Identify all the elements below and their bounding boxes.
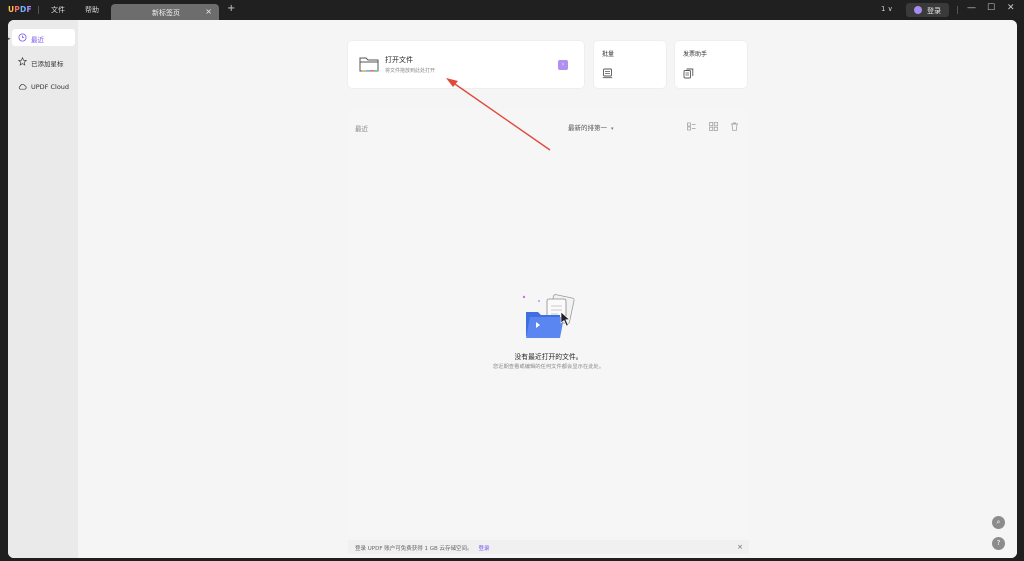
main-content: 打开文件 将文件拖放到此处打开 › 批量 发票助手 最近 最新的排第一 ▾ 没有… [78, 20, 1017, 558]
sidebar-item-label: 已添加星标 [31, 59, 64, 68]
menu-help[interactable]: 帮助 [85, 5, 99, 15]
title-bar: UPDF 文件 帮助 新标签页 × + 1 ∨ 登录 — ☐ ✕ [0, 0, 1024, 20]
open-file-card[interactable]: 打开文件 将文件拖放到此处打开 › [348, 41, 584, 88]
titlebar-divider [38, 6, 39, 14]
empty-state-title: 没有最近打开的文件。 [514, 353, 583, 361]
promo-login-link[interactable]: 登录 [479, 546, 490, 552]
avatar-icon [914, 6, 922, 14]
batch-card[interactable]: 批量 [594, 41, 666, 88]
close-window-icon[interactable]: ✕ [1007, 3, 1015, 13]
tab-label: 新标签页 [152, 9, 180, 17]
cloud-icon [18, 83, 27, 90]
recent-header: 最近 [355, 125, 368, 133]
menu-file[interactable]: 文件 [51, 5, 65, 15]
logo-letter-f: F [26, 5, 32, 14]
tab-close-icon[interactable]: × [205, 7, 212, 16]
sidebar-item-label: UPDF Cloud [31, 82, 70, 91]
empty-state-subtitle: 您近期查看或编辑的任何文件都会显示在此处。 [492, 364, 605, 370]
search-icon[interactable]: ⌕ [992, 516, 1005, 529]
batch-card-title: 批量 [602, 51, 615, 58]
new-tab-plus-icon[interactable]: + [227, 3, 235, 14]
list-view-icon[interactable] [687, 122, 696, 131]
login-button-label: 登录 [927, 7, 941, 15]
chevron-down-icon: ▾ [611, 126, 614, 132]
help-icon[interactable]: ? [992, 537, 1005, 550]
sort-dropdown-label: 最新的排第一 [568, 124, 607, 132]
sidebar-item-starred[interactable]: 已添加星标 [12, 53, 75, 70]
minimize-icon[interactable]: — [967, 3, 976, 13]
sidebar: ▸ 最近 已添加星标 UPDF Cloud [8, 20, 78, 558]
window-controls-divider [957, 6, 958, 14]
star-icon [18, 57, 27, 66]
document-copy-icon [683, 68, 694, 79]
batch-stack-icon [602, 68, 613, 79]
invoice-assistant-card[interactable]: 发票助手 [675, 41, 747, 88]
open-file-subtitle: 将文件拖放到此处打开 [385, 68, 436, 74]
open-file-title: 打开文件 [385, 56, 413, 64]
trash-icon[interactable] [730, 122, 739, 131]
sidebar-item-label: 最近 [31, 35, 44, 44]
open-file-arrow-icon[interactable]: › [558, 60, 568, 70]
grid-view-icon[interactable] [709, 122, 718, 131]
promo-message: 登录 UPDF 账户可免费获得 1 GB 云存储空间。 登录 [355, 544, 490, 552]
folder-icon [359, 57, 379, 72]
cloud-promo-banner: 登录 UPDF 账户可免费获得 1 GB 云存储空间。 登录 × [348, 540, 749, 554]
recent-files-panel: 最近 最新的排第一 ▾ 没有最近打开的文件。 您近期查看或编辑的任何文件都会显示… [348, 110, 749, 536]
clock-icon [18, 33, 27, 42]
app-window: ▸ 最近 已添加星标 UPDF Cloud 打开文件 将文件拖放到此处打开 › … [8, 20, 1017, 558]
sidebar-item-updf-cloud[interactable]: UPDF Cloud [12, 78, 75, 95]
sort-dropdown[interactable]: 最新的排第一 ▾ [568, 122, 614, 132]
login-button[interactable]: 登录 [906, 3, 949, 17]
maximize-icon[interactable]: ☐ [987, 3, 995, 13]
empty-folder-illustration [522, 294, 575, 338]
promo-text: 登录 UPDF 账户可免费获得 1 GB 云存储空间。 [355, 546, 473, 552]
updf-logo[interactable]: UPDF [8, 5, 32, 14]
invoice-assistant-title: 发票助手 [683, 51, 708, 58]
sidebar-item-recent[interactable]: 最近 [12, 29, 75, 46]
promo-close-icon[interactable]: × [737, 543, 743, 551]
tab-new-tab[interactable]: 新标签页 × [111, 4, 219, 20]
page-indicator-dropdown[interactable]: 1 ∨ [881, 5, 893, 13]
